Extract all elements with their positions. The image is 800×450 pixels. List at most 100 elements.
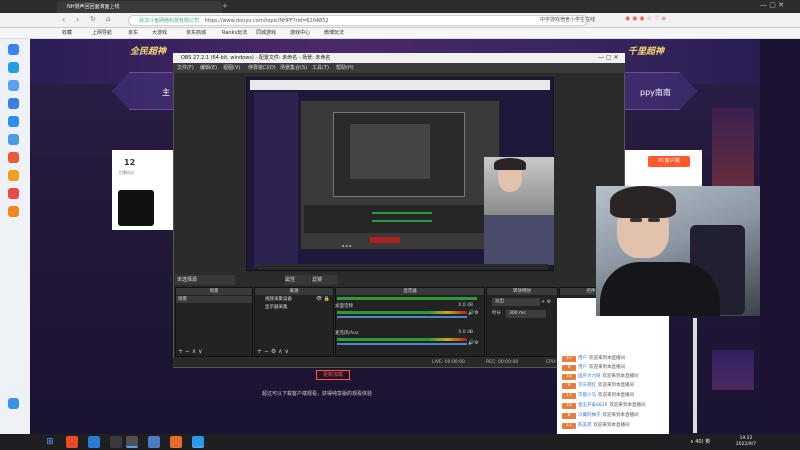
chat-username[interactable]: 用户 [578, 365, 587, 370]
duration-input[interactable]: 300 ms [506, 310, 546, 318]
scene-header: 未选择源 [175, 275, 235, 285]
banner-left-logo: 全民超神 [130, 47, 167, 57]
bookmark-5[interactable]: Ranks玩法 [222, 29, 247, 38]
obs-window-controls[interactable]: — ▢ ✕ [598, 53, 619, 63]
preview-browser-bar [250, 80, 550, 90]
side-ad-bottom[interactable] [712, 350, 754, 390]
rail-icon-4[interactable] [8, 98, 19, 109]
mixer-0-mute-icon[interactable]: 🔊⚙ [468, 310, 479, 316]
forward-icon[interactable]: › [76, 15, 79, 24]
chat-username[interactable]: 国庆大力呀 [578, 374, 601, 379]
rail-icon-8[interactable] [8, 170, 19, 181]
bookmark-4[interactable]: 京东商城 [186, 29, 206, 38]
taskbar-browser[interactable] [192, 436, 204, 448]
transition-select[interactable]: 淡出 [492, 298, 540, 306]
bookmark-7[interactable]: 游戏中心 [290, 29, 310, 38]
chat-text: 欢迎来到本直播间 [589, 365, 625, 370]
chat-message: 11 陈美苑 欢迎来到本直播间 [562, 421, 630, 431]
chat-level-badge: 10 [562, 403, 576, 409]
rail-icon-1[interactable] [8, 44, 19, 55]
chat-text: 欢迎来到本直播间 [589, 356, 625, 361]
preview-webcam-hair [494, 158, 526, 170]
chat-text: 欢迎来到本直播间 [602, 374, 639, 379]
home-icon[interactable]: ⌂ [106, 15, 110, 23]
reload-icon[interactable]: ↻ [90, 15, 96, 23]
rail-icon-2[interactable] [8, 62, 19, 73]
props-button[interactable]: 属性 [285, 275, 311, 285]
rail-icon-3[interactable] [8, 80, 19, 91]
chat-username[interactable]: 京东网红 [578, 383, 596, 388]
streamer-avatar[interactable] [118, 190, 154, 226]
search-hint[interactable]: 中字游戏宿舍小学生在线 [540, 16, 610, 23]
extension-icons[interactable]: ◉ ◉ ◉ ☆ ♡ ≡ [625, 15, 666, 22]
obs-menubar [173, 63, 625, 73]
chat-username[interactable]: 金玉开泰0826 [578, 403, 607, 408]
source-visibility-icons[interactable]: 👁 🔒 [316, 296, 330, 302]
mixer-1-mute-icon[interactable]: 🔊⚙ [468, 340, 479, 346]
chat-username[interactable]: 冷藏的柚子 [578, 413, 601, 418]
source-0[interactable]: 视频采集设备 [255, 296, 292, 303]
duration-label: 时长 [492, 311, 501, 316]
bookmark-2[interactable]: 京东 [128, 29, 138, 38]
new-tab-icon[interactable]: + [222, 2, 228, 10]
obs-menu-5[interactable]: 场景集合(S) [280, 63, 307, 73]
system-tray[interactable]: ∧ 40) 英 [690, 438, 710, 445]
mixer-fader-0[interactable] [337, 316, 467, 318]
url-field[interactable]: 武汉斗鱼网络科技有限公司 https://www.douyu.com/topic… [128, 15, 588, 26]
nested-caption: ▪ ▪ ▪ [342, 244, 352, 248]
chat-username[interactable]: 用户 [578, 356, 587, 361]
bookmark-1[interactable]: 上网导航 [92, 29, 112, 38]
taskbar-app-2[interactable] [88, 436, 100, 448]
chat-username[interactable]: 陈美苑 [578, 423, 592, 428]
obs-menu-1[interactable]: 编辑(E) [200, 63, 217, 73]
taskbar-app-3[interactable] [110, 436, 122, 448]
chat-level-badge: 11 [562, 423, 576, 429]
bookmark-3[interactable]: 大游戏 [152, 29, 167, 38]
scene-toolbar[interactable]: + − ∧ ∨ [178, 348, 203, 355]
obs-menu-0[interactable]: 文件(F) [177, 63, 194, 73]
obs-menu-2[interactable]: 视图(V) [223, 63, 240, 73]
taskbar-app-5[interactable] [148, 436, 160, 448]
system-clock[interactable]: 19:22 2022/9/7 [728, 436, 764, 448]
chat-scrollbar[interactable] [693, 318, 697, 433]
rail-icon-6[interactable] [8, 134, 19, 145]
taskbar-obs[interactable] [126, 436, 138, 448]
start-icon[interactable]: ⊞ [44, 436, 56, 448]
back-icon[interactable]: ‹ [62, 15, 65, 24]
chat-text: 欢迎来到本直播间 [593, 423, 630, 428]
mixer-fader-1[interactable] [337, 343, 467, 345]
rail-icon-10[interactable] [8, 206, 19, 217]
transitions-dock-title: 转场特效 [487, 288, 557, 295]
nav-left-text[interactable]: 主 [162, 87, 170, 98]
bookmark-0[interactable]: 收藏 [62, 29, 72, 38]
filters-button[interactable]: 滤镜 [312, 275, 338, 285]
source-toolbar[interactable]: + − ⚙ ∧ ∨ [257, 348, 289, 355]
nav-right-text[interactable]: ppy南南 [640, 87, 671, 98]
nested-obs-3 [350, 124, 430, 179]
rail-icon-9[interactable] [8, 188, 19, 199]
obs-menu-7[interactable]: 帮助(H) [336, 63, 354, 73]
obs-menu-6[interactable]: 工具(T) [312, 63, 329, 73]
bookmark-6[interactable]: 同城游戏 [256, 29, 276, 38]
obs-menu-3[interactable]: 停靠窗口(D) [248, 63, 276, 73]
bookmark-8[interactable]: 微博玩法 [324, 29, 344, 38]
preview-chat-list [484, 215, 554, 265]
taskbar-app-1[interactable] [66, 436, 78, 448]
side-ad-top[interactable] [712, 108, 754, 198]
rail-icon-5[interactable] [8, 116, 19, 127]
rail-icon-7[interactable] [8, 152, 19, 163]
webcam-person-shirt [600, 262, 720, 316]
window-controls[interactable]: — ▢ ✕ [760, 1, 784, 9]
scene-item[interactable]: 场景 [176, 296, 252, 303]
transition-add-icon[interactable]: + ⚙ [541, 298, 551, 306]
status-rec: REC: 00:00:00 [486, 360, 519, 365]
pc-client-button[interactable]: PC客户端 [648, 156, 690, 167]
source-1[interactable]: 显示器采集 [255, 304, 288, 311]
preview-page-left [254, 92, 298, 268]
chat-username[interactable]: 京都小马 [578, 393, 596, 398]
streamer-name[interactable]: 非常 [158, 192, 170, 201]
load-more-button[interactable]: 更新加载 [316, 370, 350, 380]
browser-tab[interactable]: NH侧声回回面演面上线 [57, 1, 222, 13]
taskbar-app-6[interactable] [170, 436, 182, 448]
rail-icon-bottom[interactable] [8, 398, 19, 409]
